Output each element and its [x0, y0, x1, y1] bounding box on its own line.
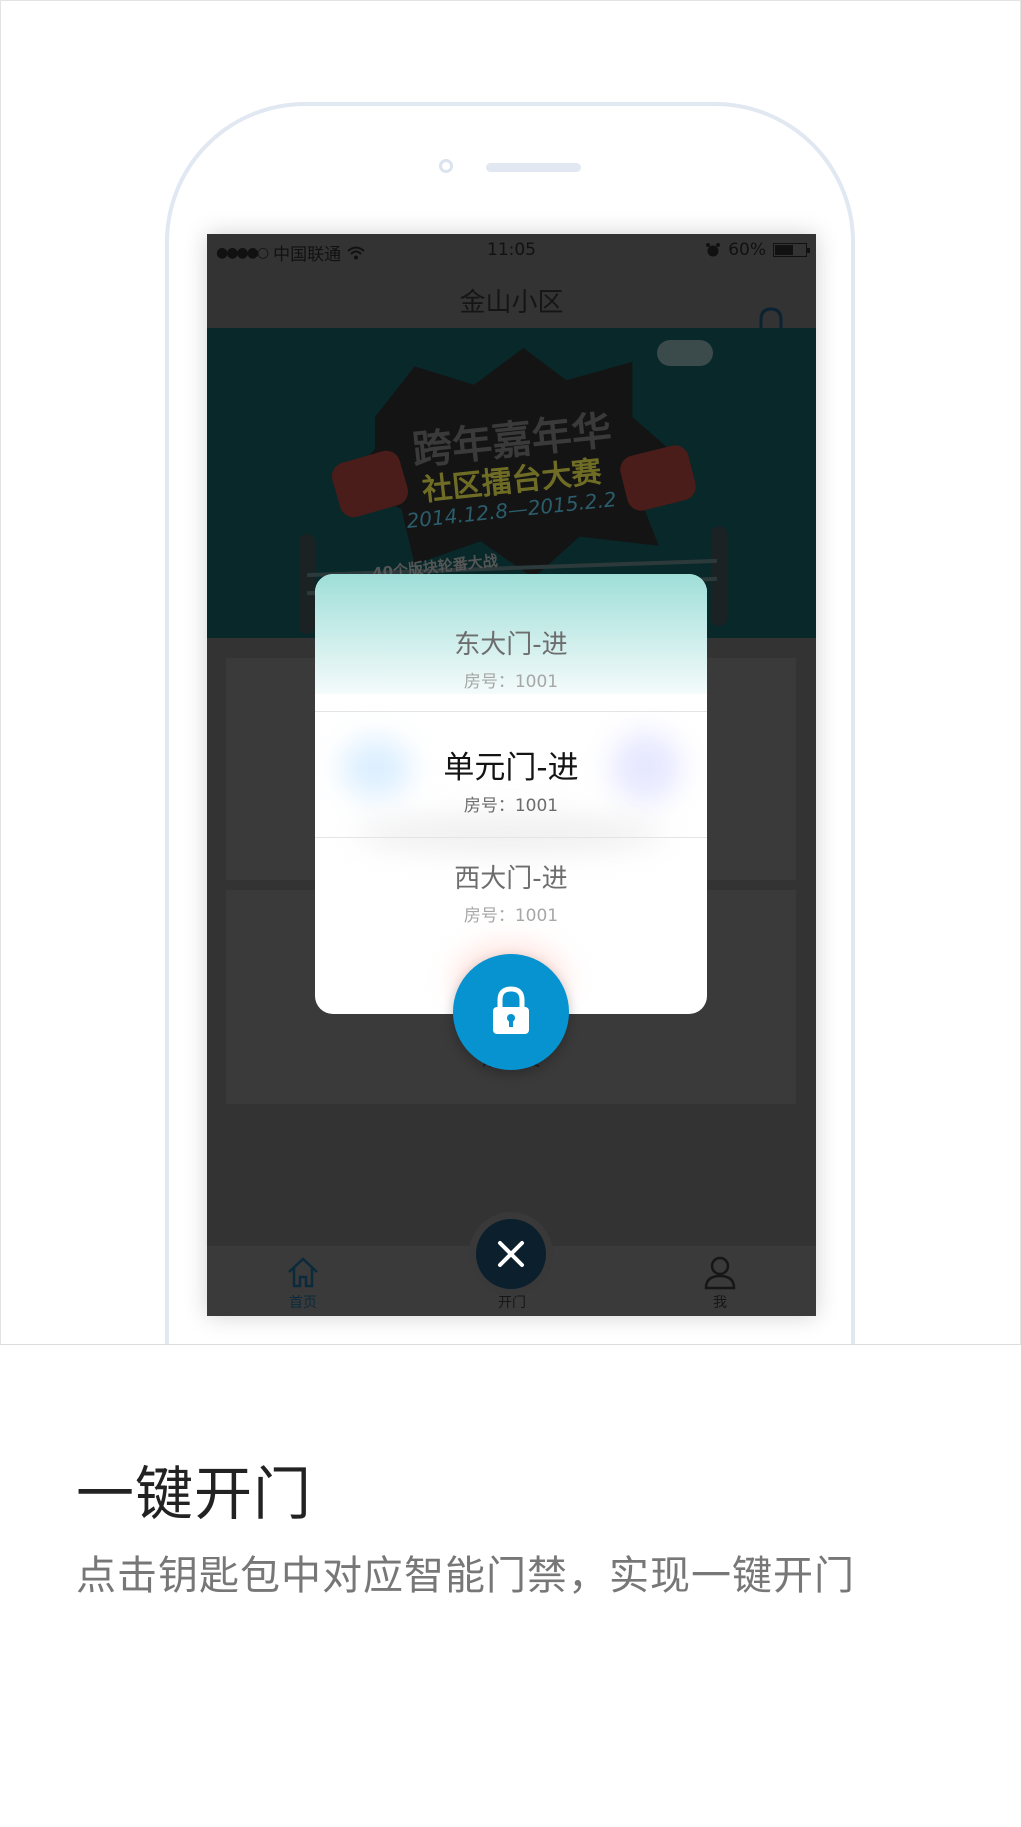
- battery-percent: 60%: [728, 240, 766, 260]
- door-room: 房号：1001: [463, 906, 559, 926]
- feature-headline: 一键开门: [76, 1460, 313, 1528]
- door-option[interactable]: 东大门-进 房号：1001: [315, 574, 707, 711]
- phone-speaker: [486, 163, 581, 172]
- door-room: 房号：1001: [463, 796, 559, 816]
- feature-description: 点击钥匙包中对应智能门禁，实现一键开门: [76, 1553, 855, 1599]
- battery-icon: [773, 243, 810, 257]
- user-icon: [704, 1256, 736, 1290]
- app-screen: ●●●●○ 中国联通 11:05 60% 金山小区 跨年嘉年华 社区擂台大赛 2…: [207, 234, 816, 1316]
- door-option-selected[interactable]: 单元门-进 房号：1001: [315, 711, 707, 838]
- page-title: 金山小区: [459, 288, 564, 318]
- door-room: 房号：1001: [463, 672, 559, 692]
- lock-icon: [493, 986, 529, 1034]
- battery-fill: [775, 245, 793, 255]
- tab-label: 我: [713, 1295, 727, 1311]
- status-bar: ●●●●○ 中国联通 11:05 60%: [207, 234, 816, 268]
- close-button[interactable]: [476, 1219, 546, 1289]
- door-picker-dialog: 东大门-进 房号：1001 单元门-进 房号：1001 西大门-进 房号：100…: [315, 574, 707, 1014]
- phone-camera: [439, 159, 453, 173]
- close-icon: [498, 1241, 524, 1267]
- tab-home[interactable]: 首页: [233, 1246, 373, 1316]
- door-name: 东大门-进: [454, 630, 568, 660]
- door-name: 西大门-进: [454, 864, 568, 894]
- tab-me[interactable]: 我: [650, 1246, 790, 1316]
- unlock-button[interactable]: [453, 954, 569, 1070]
- alarm-icon: [706, 243, 721, 257]
- door-name: 单元门-进: [443, 750, 579, 786]
- tab-label: 首页: [289, 1295, 317, 1311]
- home-icon: [288, 1257, 318, 1288]
